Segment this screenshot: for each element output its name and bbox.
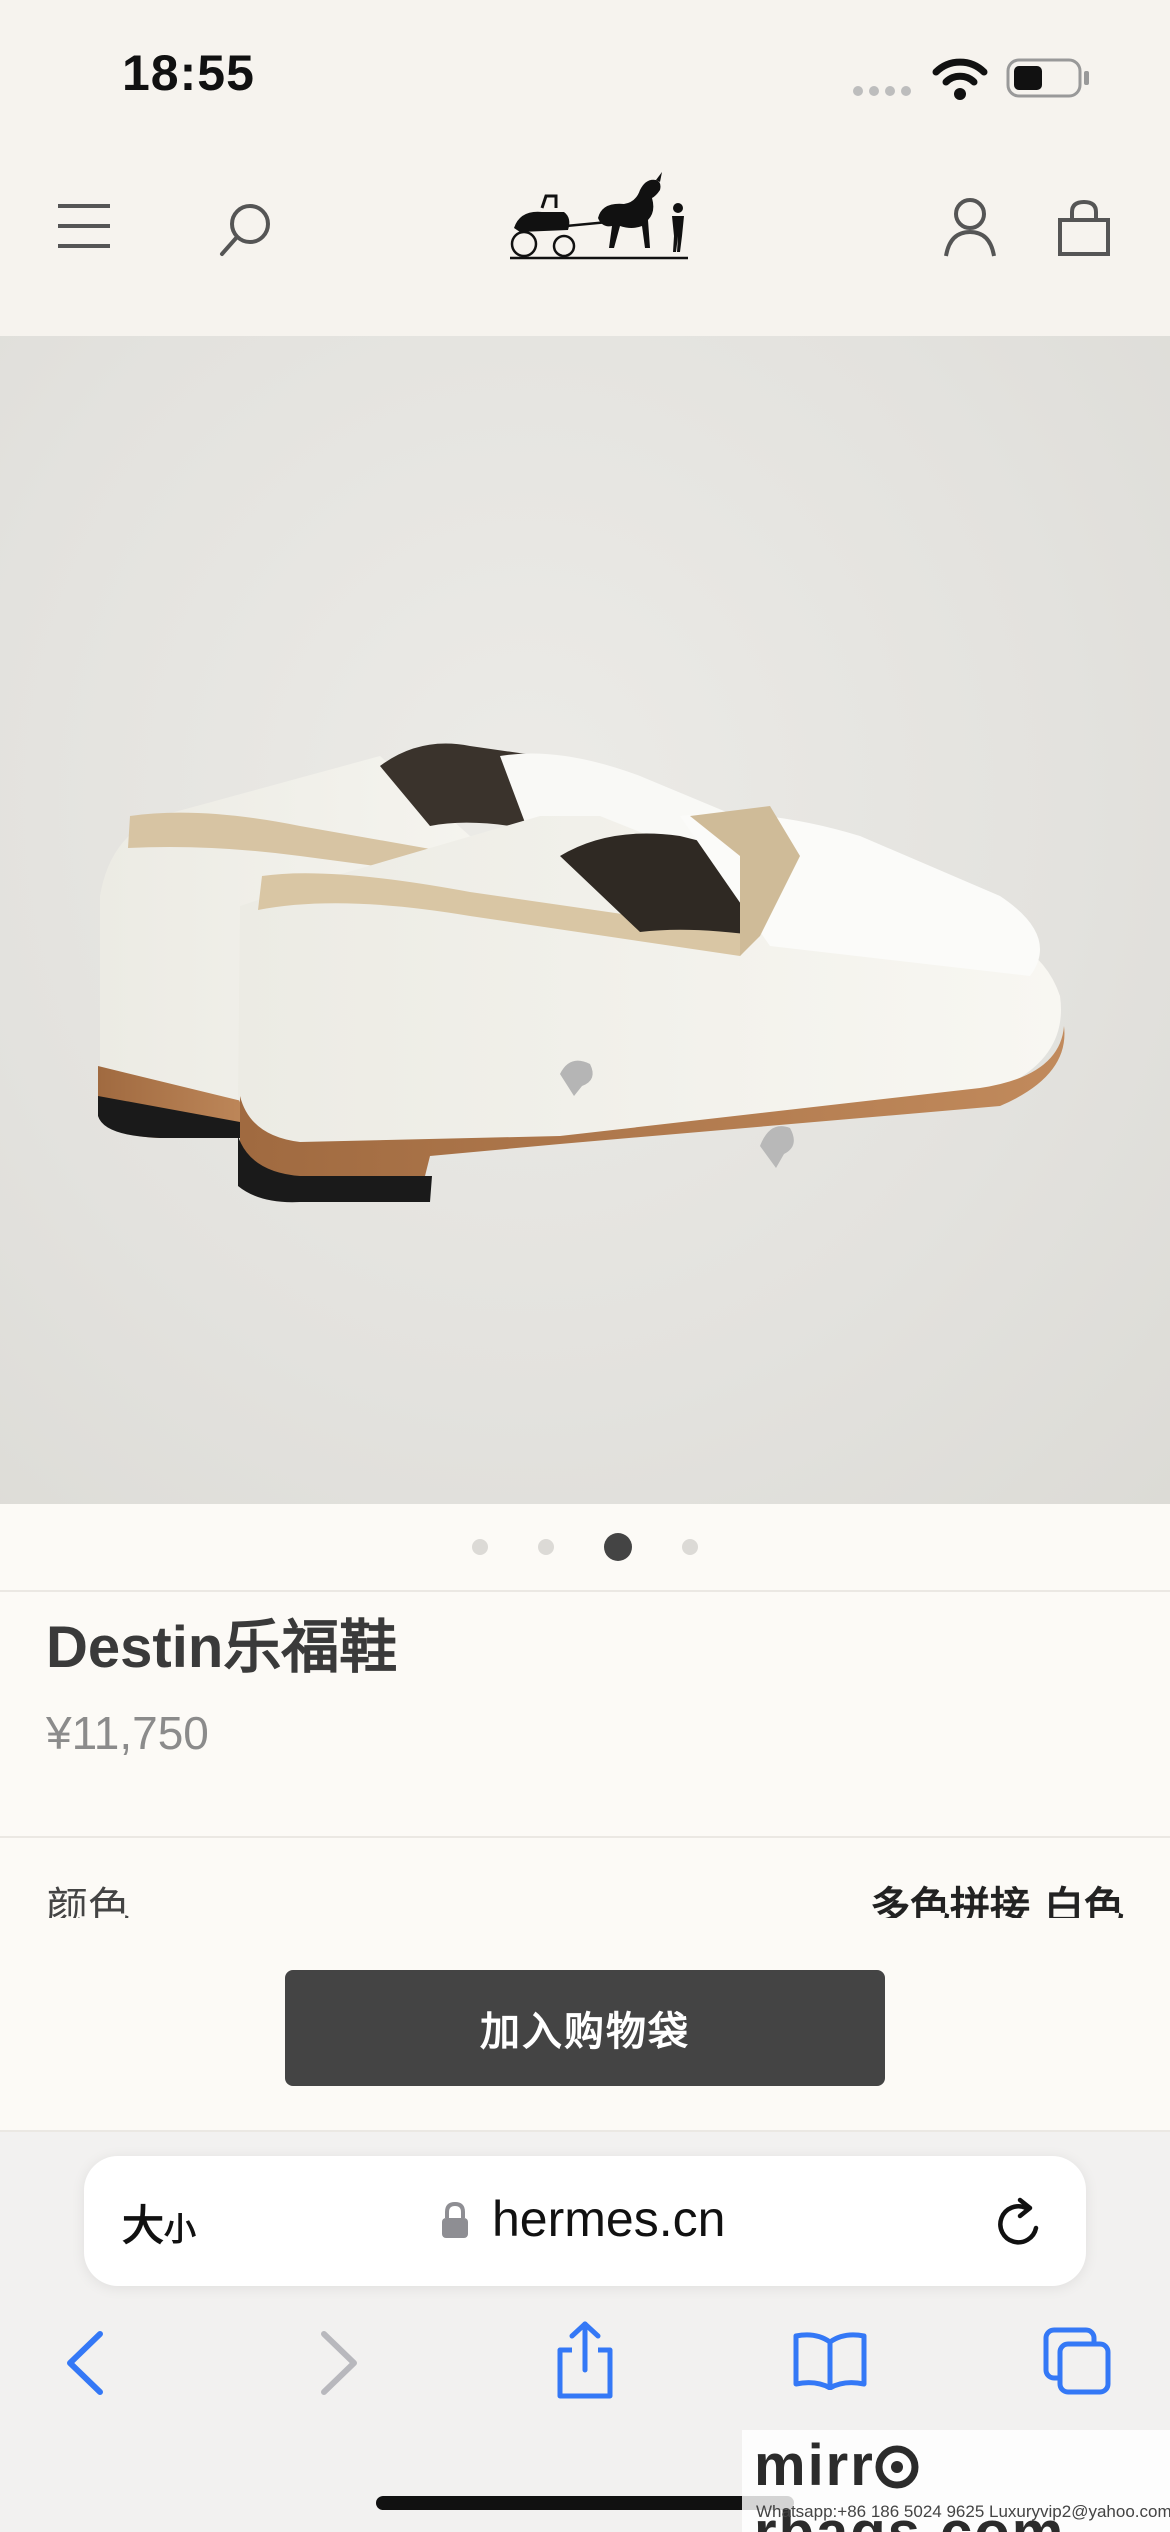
color-row[interactable]: 颜色 多色拼接 白色 bbox=[0, 1866, 1170, 1918]
product-title: Destin乐福鞋 bbox=[46, 1615, 398, 1680]
forward-icon[interactable] bbox=[316, 2330, 362, 2396]
add-to-bag-button[interactable]: 加入购物袋 bbox=[285, 1970, 885, 2086]
url-text[interactable]: hermes.cn bbox=[492, 2190, 725, 2248]
watermark: mirrrbags.com Whatsapp:+86 186 5024 9625… bbox=[742, 2430, 1170, 2532]
account-icon[interactable] bbox=[942, 196, 998, 260]
bookmarks-icon[interactable] bbox=[792, 2330, 868, 2390]
product-image[interactable] bbox=[0, 336, 1170, 1504]
text-size-small: 小 bbox=[164, 2210, 197, 2248]
status-time: 18:55 bbox=[122, 45, 255, 101]
carousel-dot-2[interactable] bbox=[538, 1539, 554, 1555]
address-bar[interactable]: 大小 hermes.cn bbox=[84, 2156, 1086, 2286]
loafer-shoes-illustration bbox=[98, 743, 1065, 1203]
home-indicator bbox=[376, 2496, 794, 2510]
shopping-bag-icon[interactable] bbox=[1056, 198, 1112, 258]
product-price: ¥11,750 bbox=[46, 1707, 209, 1759]
carousel-dot-3-active[interactable] bbox=[604, 1533, 632, 1561]
divider bbox=[0, 1836, 1170, 1838]
search-icon[interactable] bbox=[216, 200, 276, 260]
carousel-dots bbox=[0, 1504, 1170, 1590]
divider bbox=[0, 1590, 1170, 1592]
battery-icon bbox=[1006, 58, 1089, 98]
carousel-dot-1[interactable] bbox=[472, 1539, 488, 1555]
text-size-large: 大 bbox=[122, 2201, 165, 2250]
back-icon[interactable] bbox=[62, 2330, 108, 2396]
color-value: 多色拼接 白色 bbox=[870, 1884, 1124, 1918]
color-label: 颜色 bbox=[46, 1883, 131, 1918]
tabs-icon[interactable] bbox=[1042, 2326, 1112, 2396]
site-header bbox=[0, 140, 1170, 336]
watermark-o-icon bbox=[875, 2445, 919, 2489]
menu-icon[interactable] bbox=[56, 202, 112, 250]
text-size-button[interactable]: 大小 bbox=[122, 2192, 196, 2253]
status-bar: 18:55 bbox=[0, 0, 1170, 140]
share-icon[interactable] bbox=[552, 2320, 618, 2400]
hermes-carriage-logo[interactable] bbox=[506, 168, 692, 268]
reload-icon[interactable] bbox=[992, 2194, 1048, 2254]
wifi-icon bbox=[932, 58, 988, 100]
watermark-contact: Whatsapp:+86 186 5024 9625 Luxuryvip2@ya… bbox=[756, 2502, 1170, 2521]
signal-icon bbox=[853, 86, 911, 96]
carousel-dot-4[interactable] bbox=[682, 1539, 698, 1555]
lock-icon bbox=[442, 2202, 468, 2238]
